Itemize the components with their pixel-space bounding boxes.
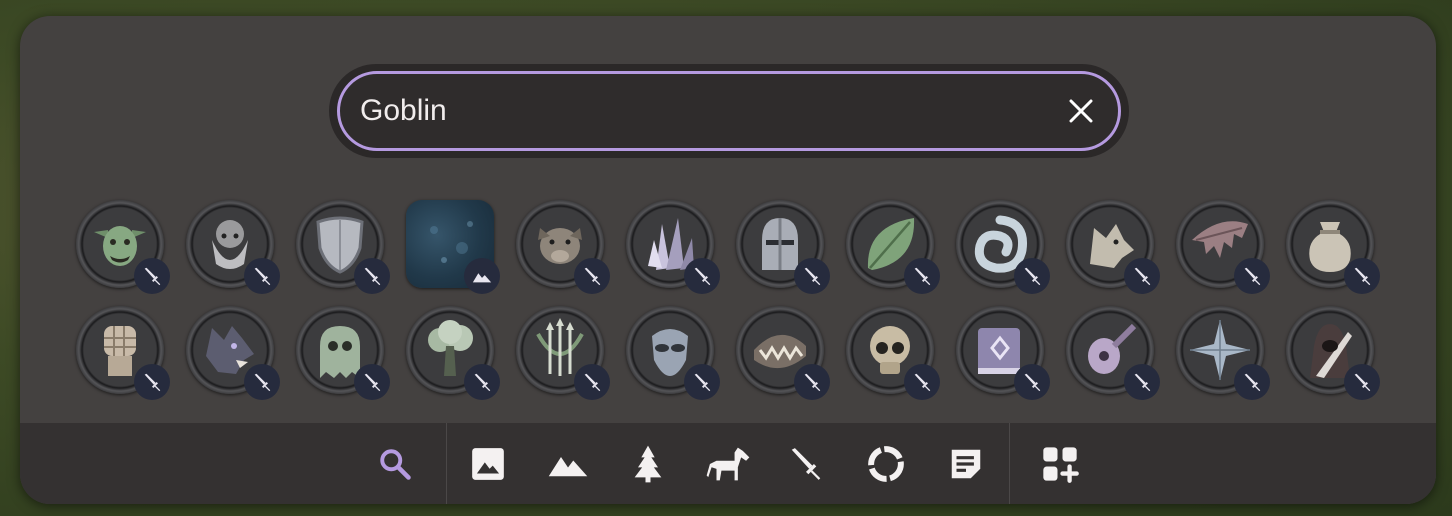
token-alien-mask[interactable] [626, 306, 722, 402]
character-type-badge [574, 258, 610, 294]
ring-icon [868, 445, 904, 482]
note-tool-button[interactable] [936, 423, 996, 504]
token-water-texture[interactable] [406, 200, 502, 296]
token-shield[interactable] [296, 200, 392, 296]
token-leaf[interactable] [846, 200, 942, 296]
sword-icon [914, 267, 931, 286]
sword-icon [1024, 267, 1041, 286]
search-field[interactable] [337, 71, 1121, 151]
sword-icon [914, 373, 931, 392]
terrain-tool-button[interactable] [538, 423, 598, 504]
sword-icon [804, 267, 821, 286]
token-werewolf-head[interactable] [186, 306, 282, 402]
token-coin-pouch[interactable] [1286, 200, 1382, 296]
character-type-badge [574, 364, 610, 400]
sword-icon [144, 267, 161, 286]
character-type-badge [1234, 364, 1270, 400]
bottom-toolbar [20, 423, 1436, 504]
token-wolf-head[interactable] [1066, 200, 1162, 296]
token-boar-head[interactable] [516, 200, 612, 296]
horse-icon [706, 447, 750, 480]
token-bat-wing[interactable] [1176, 200, 1272, 296]
character-type-badge [1234, 258, 1270, 294]
character-type-badge [1124, 364, 1160, 400]
token-toothy-maw[interactable] [736, 306, 832, 402]
add-widget-icon [1043, 446, 1079, 483]
sword-icon [364, 267, 381, 286]
sword-icon [584, 373, 601, 392]
token-knight-helmet[interactable] [736, 200, 832, 296]
character-type-badge [904, 258, 940, 294]
sword-icon [1244, 373, 1261, 392]
search-input[interactable] [340, 94, 1058, 128]
character-type-badge [244, 364, 280, 400]
sword-icon [474, 373, 491, 392]
character-type-badge [794, 258, 830, 294]
token-skull[interactable] [846, 306, 942, 402]
character-type-badge [794, 364, 830, 400]
sword-icon [144, 373, 161, 392]
character-type-badge [464, 364, 500, 400]
token-fist[interactable] [76, 306, 172, 402]
sword-icon [584, 267, 601, 286]
sword-icon [1244, 267, 1261, 286]
character-type-badge [684, 258, 720, 294]
token-compass-rose[interactable] [1176, 306, 1272, 402]
sword-tool-button[interactable] [776, 423, 836, 504]
token-swirl[interactable] [956, 200, 1052, 296]
character-type-badge [1014, 364, 1050, 400]
toolbar-divider [1009, 423, 1010, 504]
sword-icon [1024, 373, 1041, 392]
search-tool-button[interactable] [365, 423, 425, 504]
sword-icon [1354, 373, 1371, 392]
sword-icon [254, 373, 271, 392]
clear-search-button[interactable] [1058, 88, 1104, 134]
character-type-badge [134, 258, 170, 294]
creature-tool-button[interactable] [698, 423, 758, 504]
character-type-badge [354, 258, 390, 294]
character-type-badge [1344, 258, 1380, 294]
character-type-badge [244, 258, 280, 294]
sword-icon [364, 373, 381, 392]
character-type-badge [684, 364, 720, 400]
toolbar-divider [446, 423, 447, 504]
sword-icon [1354, 267, 1371, 286]
sword-icon [804, 373, 821, 392]
sword-icon [1134, 267, 1151, 286]
token-hooded-assassin[interactable] [1286, 306, 1382, 402]
terrain-icon [548, 456, 588, 476]
sword-icon [694, 267, 711, 286]
search-icon [380, 448, 411, 480]
character-type-badge [1014, 258, 1050, 294]
tree-tool-button[interactable] [618, 423, 678, 504]
close-icon [1069, 99, 1093, 123]
sword-icon [791, 447, 821, 480]
token-tree[interactable] [406, 306, 502, 402]
sword-icon [694, 373, 711, 392]
note-icon [951, 449, 981, 478]
asset-browser-panel [20, 16, 1436, 504]
token-goblin-face[interactable] [76, 200, 172, 296]
tree-icon [634, 445, 662, 482]
terrain-type-badge [464, 258, 500, 294]
sword-icon [254, 267, 271, 286]
sword-icon [1134, 373, 1151, 392]
token-ghost-skull[interactable] [296, 306, 392, 402]
search-bar [329, 64, 1129, 158]
token-dwarf-face[interactable] [186, 200, 282, 296]
token-crystal-cluster[interactable] [626, 200, 722, 296]
character-type-badge [1344, 364, 1380, 400]
character-type-badge [1124, 258, 1160, 294]
image-tool-button[interactable] [458, 423, 518, 504]
token-spellbook[interactable] [956, 306, 1052, 402]
token-bow-arrows[interactable] [516, 306, 612, 402]
character-type-badge [354, 364, 390, 400]
ring-tool-button[interactable] [856, 423, 916, 504]
terrain-icon [472, 273, 492, 283]
token-lute[interactable] [1066, 306, 1162, 402]
character-type-badge [134, 364, 170, 400]
image-icon [472, 447, 504, 480]
character-type-badge [904, 364, 940, 400]
add-widget-button[interactable] [1030, 423, 1090, 504]
